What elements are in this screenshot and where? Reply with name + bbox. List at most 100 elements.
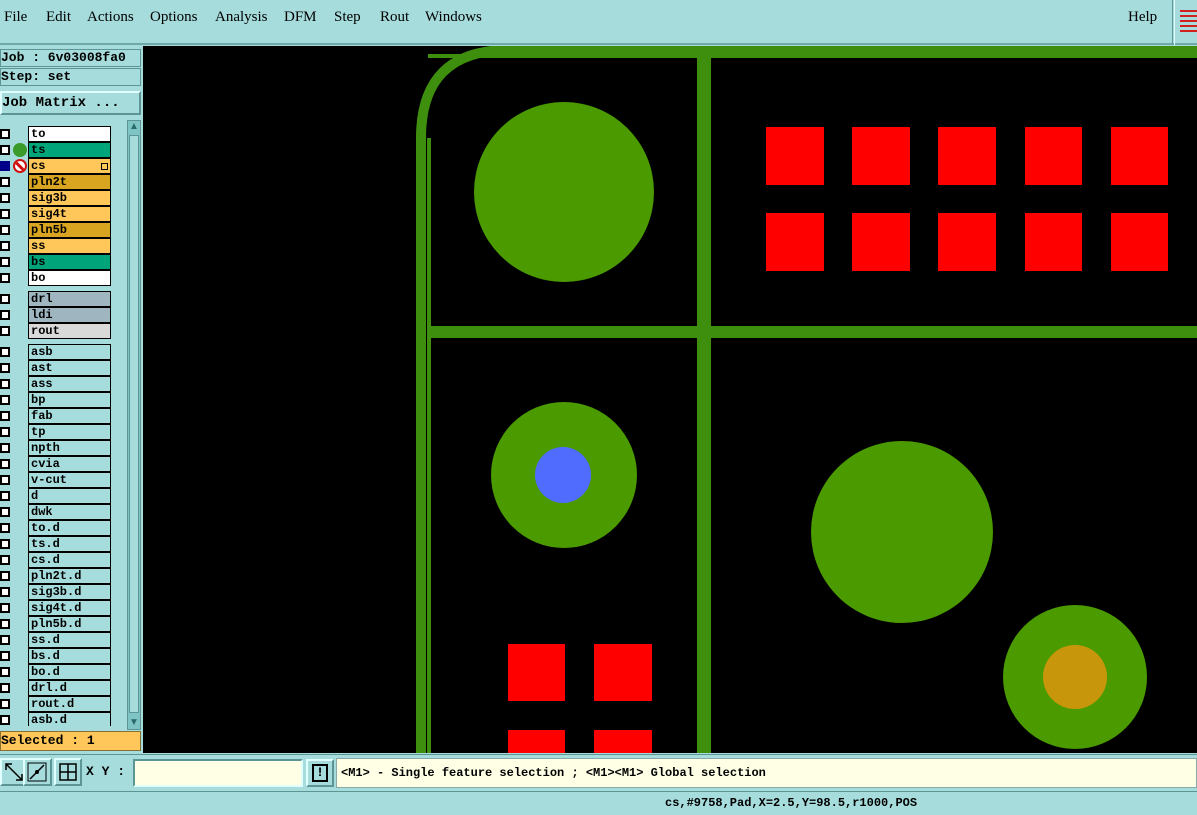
layer-checkbox[interactable] bbox=[0, 427, 10, 437]
layer-row[interactable]: bs bbox=[0, 254, 114, 270]
layer-name[interactable]: cs bbox=[28, 158, 111, 174]
layer-checkbox[interactable] bbox=[0, 411, 10, 421]
layer-row[interactable]: tp bbox=[0, 424, 114, 440]
layer-checkbox[interactable] bbox=[0, 491, 10, 501]
menu-file[interactable]: File bbox=[4, 9, 27, 26]
layer-checkbox[interactable] bbox=[0, 571, 10, 581]
layer-row[interactable]: drl.d bbox=[0, 680, 114, 696]
layer-name[interactable]: pln2t bbox=[28, 174, 111, 190]
work-layer-icon[interactable] bbox=[13, 159, 27, 173]
layer-checkbox[interactable] bbox=[0, 326, 10, 336]
layer-options-icon[interactable] bbox=[101, 163, 108, 170]
layer-row[interactable]: bs.d bbox=[0, 648, 114, 664]
layer-checkbox[interactable] bbox=[0, 395, 10, 405]
layer-name[interactable]: cs.d bbox=[28, 552, 111, 568]
layer-checkbox[interactable] bbox=[0, 715, 10, 725]
layer-checkbox[interactable] bbox=[0, 177, 10, 187]
layer-row[interactable]: bo.d bbox=[0, 664, 114, 680]
layer-name[interactable]: rout.d bbox=[28, 696, 111, 712]
layer-row[interactable]: v-cut bbox=[0, 472, 114, 488]
layer-checkbox[interactable] bbox=[0, 635, 10, 645]
layer-name[interactable]: pln5b.d bbox=[28, 616, 111, 632]
layer-checkbox[interactable] bbox=[0, 129, 10, 139]
layer-name[interactable]: dwk bbox=[28, 504, 111, 520]
layer-name[interactable]: v-cut bbox=[28, 472, 111, 488]
xy-coordinate-input[interactable] bbox=[133, 759, 303, 787]
layer-checkbox[interactable] bbox=[0, 294, 10, 304]
layer-checkbox[interactable] bbox=[0, 507, 10, 517]
layer-row[interactable]: bo bbox=[0, 270, 114, 286]
layer-checkbox[interactable] bbox=[0, 459, 10, 469]
layer-name[interactable]: bs.d bbox=[28, 648, 111, 664]
layer-row[interactable]: asb.d bbox=[0, 712, 114, 726]
layer-row[interactable]: bp bbox=[0, 392, 114, 408]
measure-button[interactable] bbox=[23, 758, 52, 786]
layer-list-scrollbar[interactable]: ▲ ▼ bbox=[127, 120, 141, 730]
layer-row[interactable]: cvia bbox=[0, 456, 114, 472]
layer-row[interactable]: to.d bbox=[0, 520, 114, 536]
layer-name[interactable]: bp bbox=[28, 392, 111, 408]
scroll-down-arrow-icon[interactable]: ▼ bbox=[128, 717, 140, 729]
menu-analysis[interactable]: Analysis bbox=[215, 9, 268, 26]
scroll-up-arrow-icon[interactable]: ▲ bbox=[128, 121, 140, 133]
layer-name[interactable]: bo bbox=[28, 270, 111, 286]
layer-row[interactable]: pln2t.d bbox=[0, 568, 114, 584]
layer-checkbox[interactable] bbox=[0, 310, 10, 320]
layer-name[interactable]: fab bbox=[28, 408, 111, 424]
layer-row[interactable]: ts.d bbox=[0, 536, 114, 552]
layer-checkbox[interactable] bbox=[0, 667, 10, 677]
layer-name[interactable]: to.d bbox=[28, 520, 111, 536]
displayed-layer-icon[interactable] bbox=[13, 143, 27, 157]
menu-rout[interactable]: Rout bbox=[380, 9, 409, 26]
layer-name[interactable]: rout bbox=[28, 323, 111, 339]
layer-checkbox[interactable] bbox=[0, 145, 10, 155]
layer-row[interactable]: sig3b.d bbox=[0, 584, 114, 600]
layer-name[interactable]: pln2t.d bbox=[28, 568, 111, 584]
layer-name[interactable]: sig3b bbox=[28, 190, 111, 206]
layer-checkbox[interactable] bbox=[0, 603, 10, 613]
layer-row[interactable]: pln5b.d bbox=[0, 616, 114, 632]
layer-row[interactable]: rout bbox=[0, 323, 114, 339]
scroll-thumb[interactable] bbox=[129, 135, 139, 713]
layer-checkbox[interactable] bbox=[0, 539, 10, 549]
layer-checkbox[interactable] bbox=[0, 587, 10, 597]
layer-checkbox[interactable] bbox=[0, 555, 10, 565]
layer-checkbox[interactable] bbox=[0, 273, 10, 283]
layer-row[interactable]: rout.d bbox=[0, 696, 114, 712]
layer-checkbox[interactable] bbox=[0, 161, 10, 171]
layer-checkbox[interactable] bbox=[0, 363, 10, 373]
layer-name[interactable]: asb.d bbox=[28, 712, 111, 726]
graphic-canvas[interactable] bbox=[143, 46, 1197, 753]
layer-row[interactable]: fab bbox=[0, 408, 114, 424]
menu-options[interactable]: Options bbox=[150, 9, 198, 26]
layer-name[interactable]: drl bbox=[28, 291, 111, 307]
layer-name[interactable]: ts.d bbox=[28, 536, 111, 552]
layer-name[interactable]: ast bbox=[28, 360, 111, 376]
layer-row[interactable]: cs bbox=[0, 158, 114, 174]
layer-row[interactable]: dwk bbox=[0, 504, 114, 520]
layer-checkbox[interactable] bbox=[0, 209, 10, 219]
layer-row[interactable]: npth bbox=[0, 440, 114, 456]
layer-name[interactable]: pln5b bbox=[28, 222, 111, 238]
layer-row[interactable]: pln5b bbox=[0, 222, 114, 238]
layer-checkbox[interactable] bbox=[0, 379, 10, 389]
layer-checkbox[interactable] bbox=[0, 699, 10, 709]
menu-dfm[interactable]: DFM bbox=[284, 9, 317, 26]
layer-checkbox[interactable] bbox=[0, 619, 10, 629]
layer-row[interactable]: pln2t bbox=[0, 174, 114, 190]
layer-row[interactable]: ts bbox=[0, 142, 114, 158]
grid-button[interactable] bbox=[54, 758, 82, 786]
menu-windows[interactable]: Windows bbox=[425, 9, 482, 26]
layer-checkbox[interactable] bbox=[0, 257, 10, 267]
menu-help[interactable]: Help bbox=[1128, 9, 1157, 26]
layer-checkbox[interactable] bbox=[0, 347, 10, 357]
layer-name[interactable]: ts bbox=[28, 142, 111, 158]
layer-name[interactable]: d bbox=[28, 488, 111, 504]
layer-name[interactable]: tp bbox=[28, 424, 111, 440]
layer-row[interactable]: to bbox=[0, 126, 114, 142]
layer-row[interactable]: ss.d bbox=[0, 632, 114, 648]
layer-name[interactable]: sig4t.d bbox=[28, 600, 111, 616]
layer-row[interactable]: ast bbox=[0, 360, 114, 376]
layer-name[interactable]: bo.d bbox=[28, 664, 111, 680]
job-matrix-button[interactable]: Job Matrix ... bbox=[0, 91, 141, 115]
